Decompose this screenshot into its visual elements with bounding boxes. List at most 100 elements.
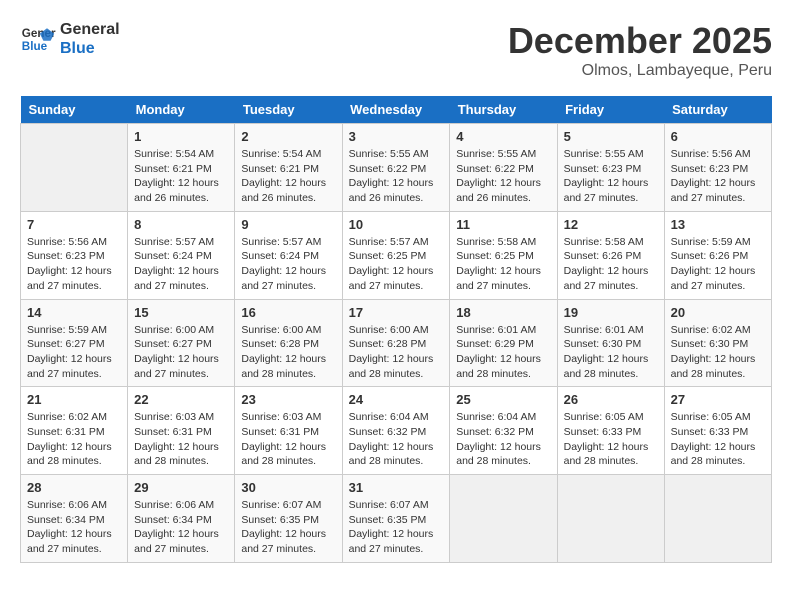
day-info: Sunrise: 6:00 AM Sunset: 6:28 PM Dayligh… [241, 323, 335, 382]
logo-icon: General Blue [20, 21, 56, 57]
day-number: 27 [671, 392, 765, 407]
day-info: Sunrise: 5:57 AM Sunset: 6:24 PM Dayligh… [134, 235, 228, 294]
calendar-cell: 24 Sunrise: 6:04 AM Sunset: 6:32 PM Dayli… [342, 387, 450, 475]
day-number: 8 [134, 217, 228, 232]
day-info: Sunrise: 5:56 AM Sunset: 6:23 PM Dayligh… [27, 235, 121, 294]
calendar-table: SundayMondayTuesdayWednesdayThursdayFrid… [20, 96, 772, 563]
calendar-cell: 27 Sunrise: 6:05 AM Sunset: 6:33 PM Dayli… [664, 387, 771, 475]
day-info: Sunrise: 5:55 AM Sunset: 6:22 PM Dayligh… [456, 147, 550, 206]
day-info: Sunrise: 5:59 AM Sunset: 6:27 PM Dayligh… [27, 323, 121, 382]
day-info: Sunrise: 6:05 AM Sunset: 6:33 PM Dayligh… [671, 410, 765, 469]
day-number: 4 [456, 129, 550, 144]
svg-text:Blue: Blue [22, 40, 48, 53]
day-number: 25 [456, 392, 550, 407]
day-info: Sunrise: 5:57 AM Sunset: 6:24 PM Dayligh… [241, 235, 335, 294]
col-header-monday: Monday [128, 96, 235, 124]
day-info: Sunrise: 6:01 AM Sunset: 6:29 PM Dayligh… [456, 323, 550, 382]
day-info: Sunrise: 6:02 AM Sunset: 6:30 PM Dayligh… [671, 323, 765, 382]
calendar-cell: 21Sunrise: 6:02 AM Sunset: 6:31 PM Dayli… [21, 387, 128, 475]
day-info: Sunrise: 5:54 AM Sunset: 6:21 PM Dayligh… [241, 147, 335, 206]
day-info: Sunrise: 6:01 AM Sunset: 6:30 PM Dayligh… [564, 323, 658, 382]
day-number: 30 [241, 480, 335, 495]
day-number: 23 [241, 392, 335, 407]
calendar-cell: 7Sunrise: 5:56 AM Sunset: 6:23 PM Daylig… [21, 211, 128, 299]
calendar-cell: 22Sunrise: 6:03 AM Sunset: 6:31 PM Dayli… [128, 387, 235, 475]
day-number: 13 [671, 217, 765, 232]
calendar-cell: 12 Sunrise: 5:58 AM Sunset: 6:26 PM Dayli… [557, 211, 664, 299]
calendar-cell: 26 Sunrise: 6:05 AM Sunset: 6:33 PM Dayli… [557, 387, 664, 475]
calendar-cell: 25 Sunrise: 6:04 AM Sunset: 6:32 PM Dayli… [450, 387, 557, 475]
logo-general: General [60, 20, 120, 39]
calendar-cell: 14 Sunrise: 5:59 AM Sunset: 6:27 PM Dayli… [21, 299, 128, 387]
day-info: Sunrise: 5:55 AM Sunset: 6:23 PM Dayligh… [564, 147, 658, 206]
calendar-cell: 4 Sunrise: 5:55 AM Sunset: 6:22 PM Daylig… [450, 124, 557, 212]
calendar-cell: 17 Sunrise: 6:00 AM Sunset: 6:28 PM Dayli… [342, 299, 450, 387]
day-number: 14 [27, 305, 121, 320]
day-info: Sunrise: 6:00 AM Sunset: 6:28 PM Dayligh… [349, 323, 444, 382]
calendar-cell: 23 Sunrise: 6:03 AM Sunset: 6:31 PM Dayli… [235, 387, 342, 475]
day-info: Sunrise: 6:04 AM Sunset: 6:32 PM Dayligh… [456, 410, 550, 469]
calendar-cell: 15 Sunrise: 6:00 AM Sunset: 6:27 PM Dayli… [128, 299, 235, 387]
calendar-cell: 11 Sunrise: 5:58 AM Sunset: 6:25 PM Dayli… [450, 211, 557, 299]
calendar-cell: 20Sunrise: 6:02 AM Sunset: 6:30 PM Dayli… [664, 299, 771, 387]
day-number: 31 [349, 480, 444, 495]
day-number: 15 [134, 305, 228, 320]
day-info: Sunrise: 5:59 AM Sunset: 6:26 PM Dayligh… [671, 235, 765, 294]
day-number: 5 [564, 129, 658, 144]
day-number: 3 [349, 129, 444, 144]
day-number: 19 [564, 305, 658, 320]
day-info: Sunrise: 5:58 AM Sunset: 6:25 PM Dayligh… [456, 235, 550, 294]
calendar-body: 1Sunrise: 5:54 AM Sunset: 6:21 PM Daylig… [21, 124, 772, 563]
calendar-cell [450, 475, 557, 563]
calendar-cell: 5 Sunrise: 5:55 AM Sunset: 6:23 PM Daylig… [557, 124, 664, 212]
day-info: Sunrise: 6:00 AM Sunset: 6:27 PM Dayligh… [134, 323, 228, 382]
col-header-thursday: Thursday [450, 96, 557, 124]
day-info: Sunrise: 6:07 AM Sunset: 6:35 PM Dayligh… [241, 498, 335, 557]
day-number: 29 [134, 480, 228, 495]
day-number: 10 [349, 217, 444, 232]
day-number: 2 [241, 129, 335, 144]
calendar-header-row: SundayMondayTuesdayWednesdayThursdayFrid… [21, 96, 772, 124]
day-info: Sunrise: 6:04 AM Sunset: 6:32 PM Dayligh… [349, 410, 444, 469]
day-info: Sunrise: 6:03 AM Sunset: 6:31 PM Dayligh… [241, 410, 335, 469]
day-info: Sunrise: 5:56 AM Sunset: 6:23 PM Dayligh… [671, 147, 765, 206]
calendar-cell: 1Sunrise: 5:54 AM Sunset: 6:21 PM Daylig… [128, 124, 235, 212]
day-number: 26 [564, 392, 658, 407]
day-info: Sunrise: 6:06 AM Sunset: 6:34 PM Dayligh… [27, 498, 121, 557]
calendar-cell: 9 Sunrise: 5:57 AM Sunset: 6:24 PM Daylig… [235, 211, 342, 299]
calendar-week-4: 21Sunrise: 6:02 AM Sunset: 6:31 PM Dayli… [21, 387, 772, 475]
col-header-wednesday: Wednesday [342, 96, 450, 124]
day-number: 24 [349, 392, 444, 407]
day-number: 9 [241, 217, 335, 232]
location: Olmos, Lambayeque, Peru [508, 62, 772, 80]
calendar-cell: 10 Sunrise: 5:57 AM Sunset: 6:25 PM Dayli… [342, 211, 450, 299]
calendar-week-5: 28 Sunrise: 6:06 AM Sunset: 6:34 PM Dayli… [21, 475, 772, 563]
calendar-cell: 28 Sunrise: 6:06 AM Sunset: 6:34 PM Dayli… [21, 475, 128, 563]
calendar-cell: 6Sunrise: 5:56 AM Sunset: 6:23 PM Daylig… [664, 124, 771, 212]
logo-blue: Blue [60, 39, 120, 58]
day-number: 18 [456, 305, 550, 320]
calendar-cell: 31Sunrise: 6:07 AM Sunset: 6:35 PM Dayli… [342, 475, 450, 563]
col-header-saturday: Saturday [664, 96, 771, 124]
calendar-cell: 30 Sunrise: 6:07 AM Sunset: 6:35 PM Dayli… [235, 475, 342, 563]
calendar-cell: 29 Sunrise: 6:06 AM Sunset: 6:34 PM Dayli… [128, 475, 235, 563]
day-info: Sunrise: 6:02 AM Sunset: 6:31 PM Dayligh… [27, 410, 121, 469]
logo: General Blue General Blue [20, 20, 120, 58]
day-number: 17 [349, 305, 444, 320]
calendar-cell [21, 124, 128, 212]
calendar-cell: 3 Sunrise: 5:55 AM Sunset: 6:22 PM Daylig… [342, 124, 450, 212]
day-info: Sunrise: 6:05 AM Sunset: 6:33 PM Dayligh… [564, 410, 658, 469]
day-number: 22 [134, 392, 228, 407]
day-info: Sunrise: 5:57 AM Sunset: 6:25 PM Dayligh… [349, 235, 444, 294]
day-number: 28 [27, 480, 121, 495]
day-number: 12 [564, 217, 658, 232]
calendar-cell: 16Sunrise: 6:00 AM Sunset: 6:28 PM Dayli… [235, 299, 342, 387]
day-info: Sunrise: 5:55 AM Sunset: 6:22 PM Dayligh… [349, 147, 444, 206]
calendar-week-2: 7Sunrise: 5:56 AM Sunset: 6:23 PM Daylig… [21, 211, 772, 299]
title-block: December 2025 Olmos, Lambayeque, Peru [508, 20, 772, 80]
day-info: Sunrise: 5:54 AM Sunset: 6:21 PM Dayligh… [134, 147, 228, 206]
day-number: 11 [456, 217, 550, 232]
day-info: Sunrise: 5:58 AM Sunset: 6:26 PM Dayligh… [564, 235, 658, 294]
day-info: Sunrise: 6:06 AM Sunset: 6:34 PM Dayligh… [134, 498, 228, 557]
calendar-cell: 8 Sunrise: 5:57 AM Sunset: 6:24 PM Daylig… [128, 211, 235, 299]
